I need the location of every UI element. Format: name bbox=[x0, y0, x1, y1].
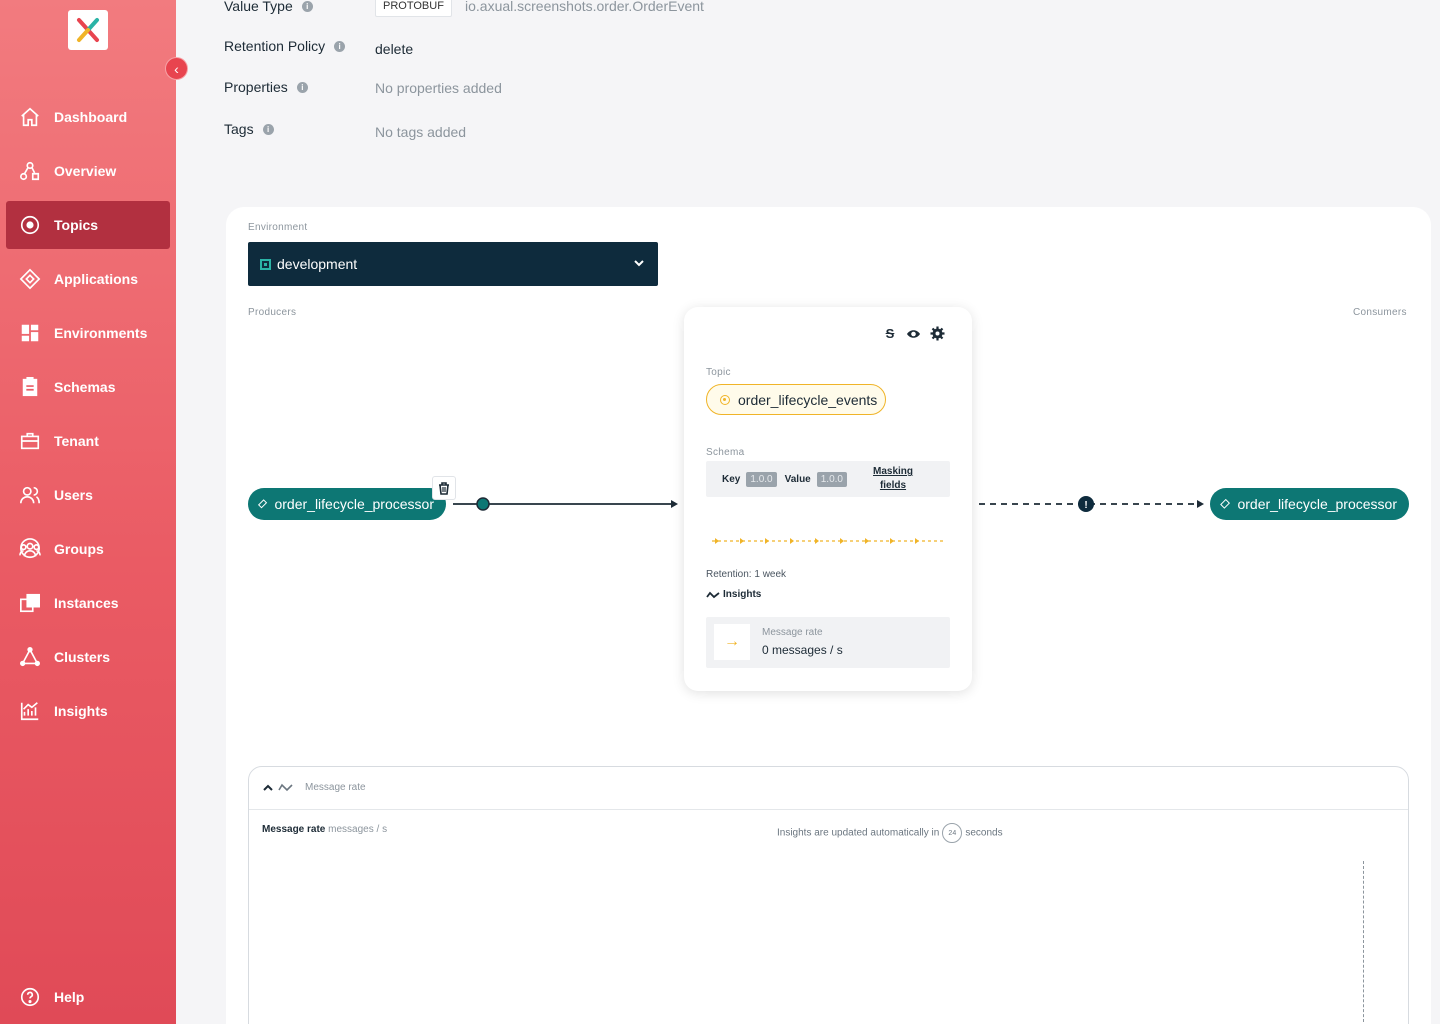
insights-link[interactable]: Insights bbox=[706, 589, 761, 600]
masking-fields-link[interactable]: Masking fields bbox=[873, 465, 913, 493]
trash-icon bbox=[439, 481, 449, 495]
message-rate-value: 0 messages / s bbox=[762, 643, 843, 657]
sidebar-item-schemas[interactable]: Schemas bbox=[6, 363, 170, 411]
producers-label: Producers bbox=[248, 307, 297, 318]
key-label: Key bbox=[722, 473, 741, 485]
delete-producer-button[interactable] bbox=[432, 476, 456, 500]
insights-panel: Message rate Message rate messages / s I… bbox=[248, 766, 1409, 1024]
sidebar-item-label: Help bbox=[54, 989, 85, 1005]
home-icon bbox=[18, 105, 42, 129]
chevron-down-icon bbox=[634, 260, 644, 267]
insights-icon bbox=[18, 699, 42, 723]
sidebar-item-help[interactable]: Help bbox=[6, 973, 170, 1021]
sidebar-item-label: Clusters bbox=[54, 649, 111, 665]
users-icon bbox=[18, 483, 42, 507]
sidebar-item-overview[interactable]: Overview bbox=[6, 147, 170, 195]
axual-logo[interactable] bbox=[68, 10, 108, 50]
sidebar-item-instances[interactable]: Instances bbox=[6, 579, 170, 627]
consumer-application-pill[interactable]: order_lifecycle_processor bbox=[1210, 488, 1409, 520]
schema-box: Key 1.0.0 Value 1.0.0 Masking fields bbox=[706, 461, 950, 497]
topic-label: Topic bbox=[706, 367, 731, 378]
value-type-value: io.axual.screenshots.order.OrderEvent bbox=[465, 0, 704, 14]
info-icon[interactable]: i bbox=[262, 123, 274, 135]
applications-icon bbox=[18, 267, 42, 291]
info-icon[interactable]: i bbox=[296, 81, 308, 93]
environment-label: Environment bbox=[248, 222, 308, 233]
update-countdown-text: Insights are updated automatically in 24 s… bbox=[777, 823, 1003, 843]
instances-icon bbox=[18, 591, 42, 615]
environments-icon bbox=[18, 321, 42, 345]
sidebar-item-label: Instances bbox=[54, 595, 119, 611]
chart-time-marker bbox=[1363, 861, 1364, 1024]
tags-value: No tags added bbox=[375, 124, 467, 140]
help-icon bbox=[18, 985, 42, 1009]
groups-icon bbox=[18, 537, 42, 561]
trend-icon bbox=[278, 783, 293, 792]
chart-title: Message rate messages / s bbox=[262, 824, 388, 835]
info-icon[interactable]: i bbox=[301, 0, 313, 12]
topics-icon bbox=[18, 213, 42, 237]
message-rate-label: Message rate bbox=[762, 627, 823, 638]
trend-icon bbox=[706, 591, 720, 598]
environment-icon bbox=[260, 258, 271, 270]
sidebar-item-environments[interactable]: Environments bbox=[6, 309, 170, 357]
sidebar-item-label: Insights bbox=[54, 703, 108, 719]
countdown-timer: 24 bbox=[942, 823, 963, 843]
key-version-chip[interactable]: 1.0.0 bbox=[746, 471, 777, 487]
info-icon[interactable]: i bbox=[334, 40, 346, 52]
sidebar-item-insights[interactable]: Insights bbox=[6, 687, 170, 735]
schema-label: Schema bbox=[706, 447, 745, 458]
gear-icon[interactable] bbox=[930, 326, 945, 341]
arrow-right-icon: → bbox=[714, 624, 750, 660]
sidebar-item-dashboard[interactable]: Dashboard bbox=[6, 93, 170, 141]
value-type-label: Value Type i bbox=[224, 0, 313, 14]
sidebar-item-label: Groups bbox=[54, 541, 104, 557]
environment-selected-value: development bbox=[277, 256, 358, 272]
producer-name: order_lifecycle_processor bbox=[274, 496, 434, 512]
application-icon bbox=[1220, 498, 1231, 510]
sidebar-item-label: Users bbox=[54, 487, 93, 503]
tenant-icon bbox=[18, 429, 42, 453]
properties-value: No properties added bbox=[375, 80, 502, 96]
value-version-chip[interactable]: 1.0.0 bbox=[816, 471, 847, 487]
sidebar-item-label: Applications bbox=[54, 271, 139, 287]
sidebar-item-label: Environments bbox=[54, 325, 148, 341]
environment-select[interactable]: development bbox=[248, 242, 658, 286]
sidebar-item-label: Schemas bbox=[54, 379, 116, 395]
eye-icon[interactable] bbox=[906, 327, 921, 341]
retention-policy-label: Retention Policy i bbox=[224, 38, 346, 54]
producer-application-pill[interactable]: order_lifecycle_processor bbox=[248, 488, 446, 520]
consumers-label: Consumers bbox=[1353, 307, 1407, 318]
topic-name-pill[interactable]: order_lifecycle_events bbox=[706, 384, 886, 415]
properties-label: Properties i bbox=[224, 79, 308, 95]
chevron-up-icon[interactable] bbox=[263, 784, 273, 792]
sidebar-item-label: Dashboard bbox=[54, 109, 128, 125]
message-rate-box: → Message rate 0 messages / s bbox=[706, 617, 950, 668]
partitions-indicator bbox=[712, 538, 944, 544]
schemas-icon bbox=[18, 375, 42, 399]
collapse-sidebar-button[interactable]: ‹ bbox=[165, 57, 188, 80]
value-label: Value bbox=[784, 473, 811, 485]
value-type-chip: PROTOBUF bbox=[375, 0, 452, 17]
sidebar-item-label: Tenant bbox=[54, 433, 99, 449]
retention-policy-value: delete bbox=[375, 41, 414, 57]
clusters-icon bbox=[18, 645, 42, 669]
sidebar-item-label: Overview bbox=[54, 163, 117, 179]
consumer-name: order_lifecycle_processor bbox=[1237, 496, 1397, 512]
sidebar-item-label: Topics bbox=[54, 217, 99, 233]
overview-icon bbox=[18, 159, 42, 183]
topic-name: order_lifecycle_events bbox=[738, 391, 878, 408]
sidebar-item-users[interactable]: Users bbox=[6, 471, 170, 519]
sidebar-item-applications[interactable]: Applications bbox=[6, 255, 170, 303]
application-icon bbox=[257, 499, 268, 509]
sidebar-item-groups[interactable]: Groups bbox=[6, 525, 170, 573]
sidebar-item-clusters[interactable]: Clusters bbox=[6, 633, 170, 681]
sidebar-item-topics[interactable]: Topics bbox=[6, 201, 170, 249]
tags-label: Tags i bbox=[224, 121, 274, 137]
topic-icon bbox=[720, 394, 730, 405]
panel-header-label: Message rate bbox=[305, 782, 366, 793]
sidebar-item-tenant[interactable]: Tenant bbox=[6, 417, 170, 465]
dollar-icon[interactable]: S bbox=[882, 326, 898, 342]
retention-text: Retention: 1 week bbox=[706, 569, 787, 580]
